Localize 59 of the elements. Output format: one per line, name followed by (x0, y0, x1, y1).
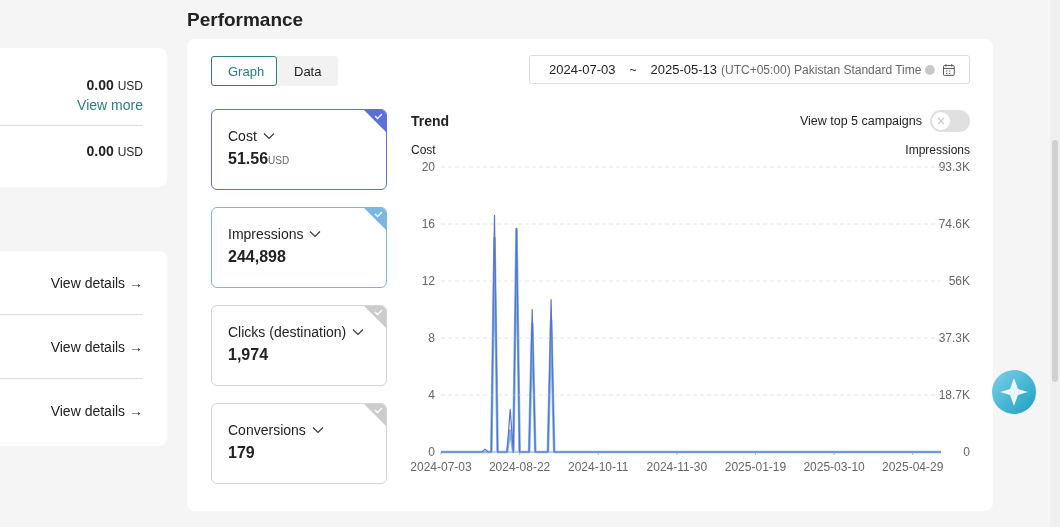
axis-title: Cost (411, 143, 436, 159)
calendar-icon[interactable] (942, 62, 956, 77)
view-details-link[interactable]: View details → (50, 402, 143, 419)
view-more-link[interactable]: View more (77, 97, 143, 113)
y-tick-label: 0 (428, 445, 435, 459)
close-icon (937, 117, 945, 125)
metric-card[interactable]: Clicks (destination) 1,974 (211, 305, 387, 386)
metric-card[interactable]: Conversions 179 (211, 403, 387, 484)
metric-label: Clicks (destination) (228, 324, 347, 340)
y-tick-label: 0 (963, 445, 970, 459)
amount-text: 0.00 USD (86, 77, 143, 93)
y-tick-label: 93.3K (938, 160, 970, 174)
section-title: Performance (187, 9, 305, 30)
amount-text: 0.00 USD (86, 143, 143, 159)
timezone-text: (UTC+05:00) Pakistan Standard Time (721, 62, 922, 77)
axis-title: Impressions (905, 143, 970, 159)
y-tick-label: 74.6K (938, 217, 970, 232)
view-tab[interactable]: Data (277, 56, 339, 86)
metric-card[interactable]: Impressions 244,898 (211, 207, 387, 288)
chevron-down-icon[interactable] (352, 328, 365, 336)
range-separator: ~ (629, 62, 637, 77)
checkmark-corner-icon (364, 404, 386, 426)
metric-value: 51.56USD (228, 150, 291, 168)
view-details-link[interactable]: View details → (50, 274, 143, 291)
y-tick-label: 20 (421, 160, 435, 174)
y-tick-label: 8 (428, 331, 435, 345)
y-tick-label: 56K (948, 273, 970, 288)
end-date: 2025-05-13 (650, 62, 717, 77)
chevron-down-icon[interactable] (309, 230, 322, 238)
metric-value: 244,898 (228, 248, 287, 266)
chevron-down-icon[interactable] (262, 132, 275, 140)
view-details-link[interactable]: View details → (50, 338, 143, 355)
x-tick-label: 2024-10-11 (568, 460, 629, 474)
metric-label: Cost (228, 128, 257, 144)
toggle-switch[interactable] (930, 110, 970, 132)
y-tick-label: 18.7K (938, 387, 970, 402)
start-date: 2024-07-03 (549, 62, 616, 77)
metric-value: 1,974 (228, 346, 270, 364)
y-tick-label: 16 (421, 217, 435, 231)
scrollbar[interactable] (1050, 0, 1060, 527)
toggle-label: View top 5 campaigns (799, 114, 922, 128)
metric-value: 179 (228, 444, 256, 462)
checkmark-corner-icon (364, 306, 386, 328)
x-tick-label: 2025-03-10 (803, 460, 865, 474)
date-range-field[interactable]: 2024-07-03 ~ 2025-05-13 (UTC+05:00) Pakistan Standard Time (529, 55, 970, 84)
chart-title: Trend (411, 113, 450, 129)
view-tab[interactable]: Graph (211, 56, 277, 86)
y-tick-label: 37.3K (938, 331, 970, 346)
x-tick-label: 2025-01-19 (724, 460, 787, 474)
metric-label: Impressions (228, 226, 304, 242)
x-tick-label: 2024-08-22 (488, 460, 551, 474)
x-tick-label: 2024-11-30 (646, 460, 708, 474)
x-tick-label: 2024-07-03 (410, 460, 472, 474)
metric-label: Conversions (228, 422, 306, 438)
y-tick-label: 4 (428, 388, 435, 402)
metric-card[interactable]: Cost 51.56USD (211, 109, 387, 190)
x-tick-label: 2025-04-29 (882, 460, 944, 474)
y-tick-label: 12 (421, 274, 435, 288)
chevron-down-icon[interactable] (311, 426, 324, 434)
